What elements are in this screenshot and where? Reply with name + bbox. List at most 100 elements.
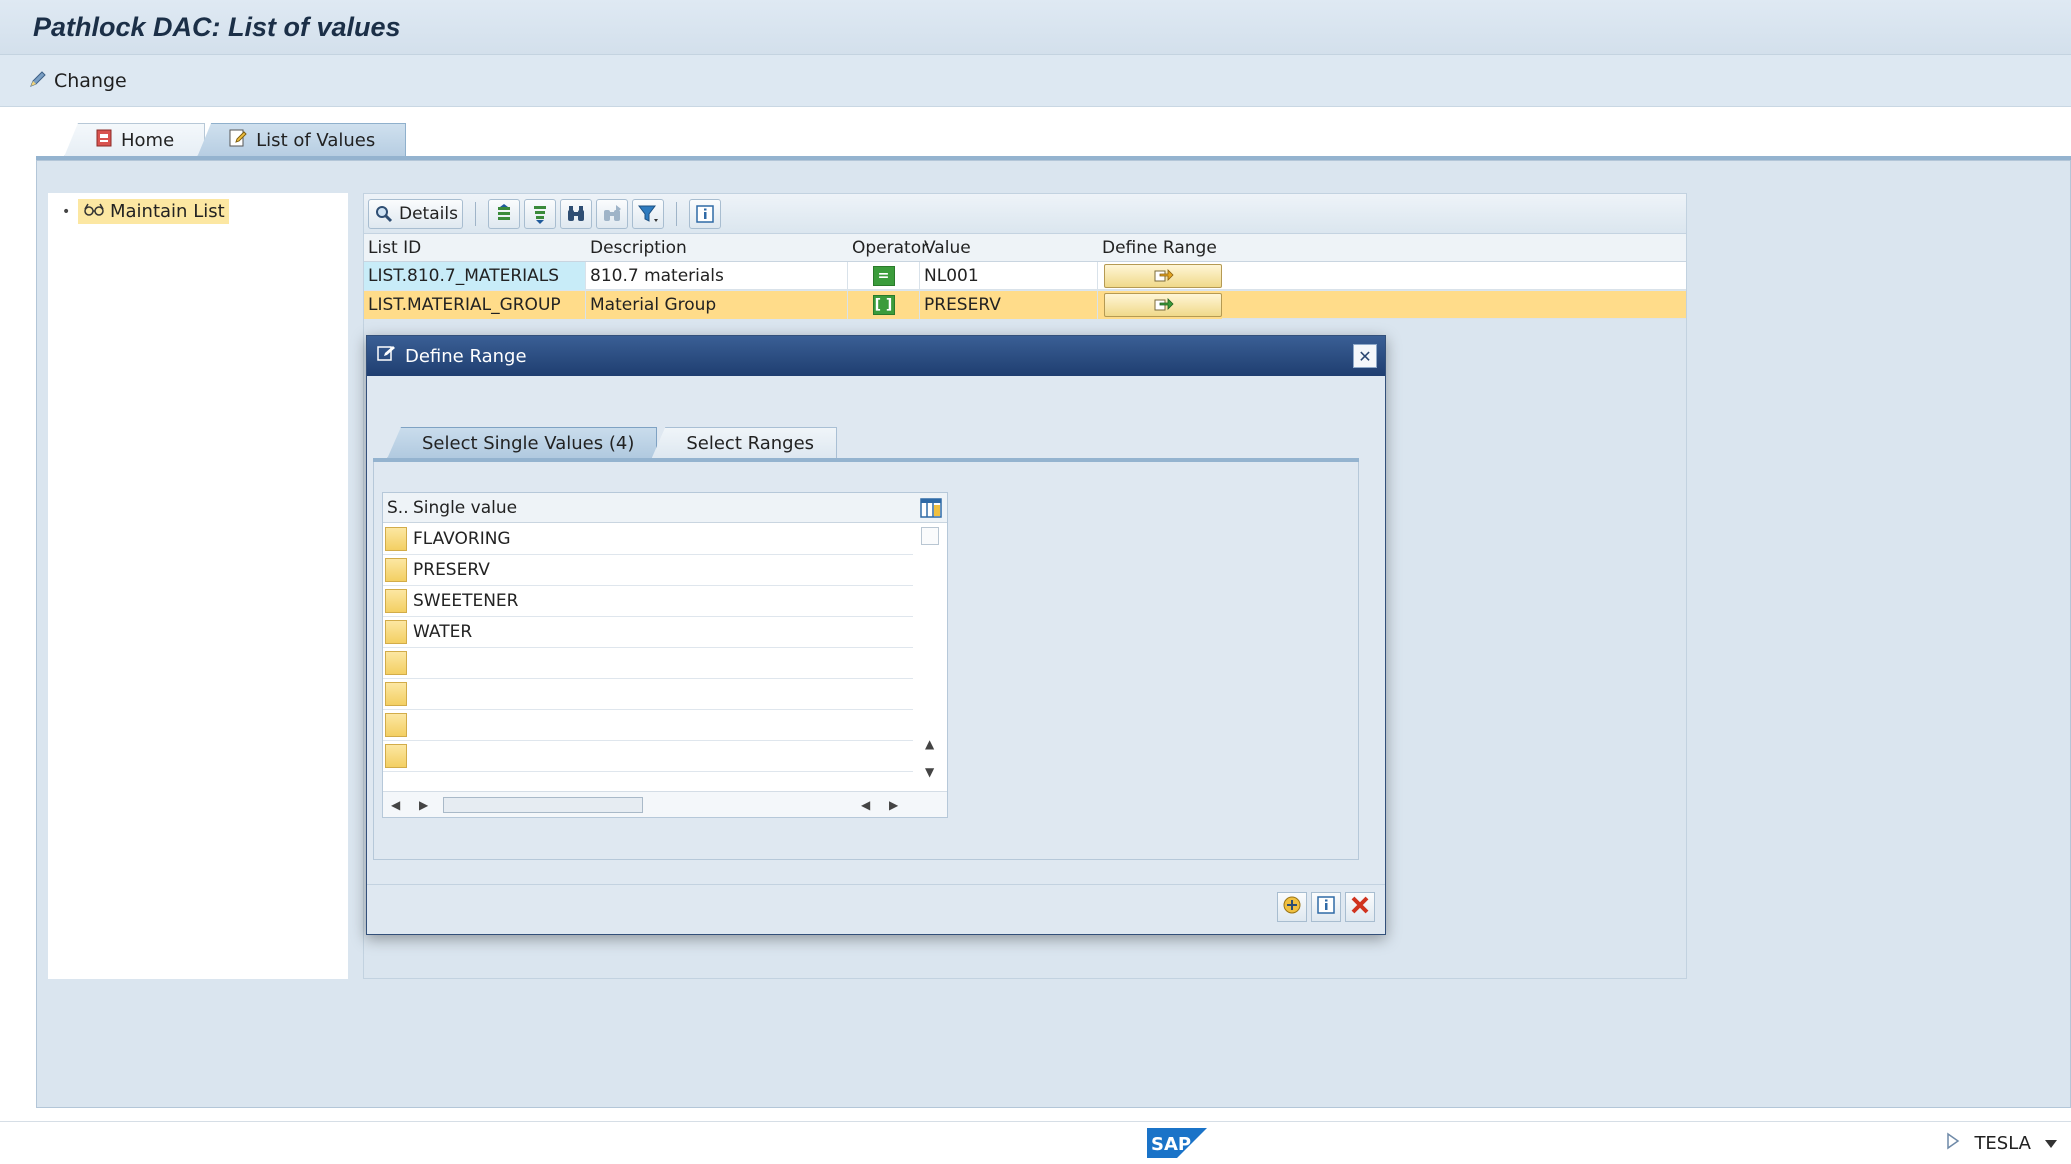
table-row[interactable] bbox=[383, 679, 913, 710]
sap-window: Pathlock DAC: List of values Change Home… bbox=[0, 0, 2071, 1164]
single-value-cell[interactable] bbox=[411, 741, 911, 771]
column-header-description[interactable]: Description bbox=[590, 238, 687, 258]
single-values-tab-panel: S.. Single value FLAVORING PRESERV SWEET… bbox=[373, 462, 1359, 860]
row-selector[interactable] bbox=[385, 651, 407, 675]
horizontal-scrollbar[interactable]: ◀ ▶ ◀ ▶ bbox=[383, 791, 947, 817]
dialog-footer-divider bbox=[367, 884, 1385, 885]
table-row[interactable] bbox=[383, 741, 913, 772]
row-selector[interactable] bbox=[385, 527, 407, 551]
table-row[interactable]: WATER bbox=[383, 617, 913, 648]
tree-item-maintain-list[interactable]: • Maintain List bbox=[62, 199, 229, 224]
tab-select-ranges[interactable]: Select Ranges bbox=[651, 427, 838, 459]
scroll-thumb[interactable] bbox=[443, 797, 643, 813]
scroll-right-icon[interactable]: ▶ bbox=[419, 798, 428, 812]
play-icon[interactable] bbox=[1946, 1132, 1960, 1155]
table-row[interactable]: SWEETENER bbox=[383, 586, 913, 617]
table-row[interactable]: FLAVORING bbox=[383, 524, 913, 555]
column-header-value[interactable]: Value bbox=[924, 238, 971, 258]
application-toolbar: Change bbox=[0, 55, 2071, 107]
column-header-single-value[interactable]: Single value bbox=[413, 498, 517, 518]
title-bar: Pathlock DAC: List of values bbox=[0, 0, 2071, 55]
column-layout-icon[interactable] bbox=[919, 496, 943, 525]
row-selector[interactable] bbox=[385, 744, 407, 768]
info-icon bbox=[694, 203, 716, 225]
toolbar-separator bbox=[474, 201, 476, 226]
cell-operator[interactable]: = bbox=[848, 262, 920, 290]
cell-value[interactable]: PRESERV bbox=[920, 291, 1098, 319]
sort-descending-button[interactable] bbox=[523, 198, 556, 229]
info-icon bbox=[1316, 895, 1336, 920]
find-next-button[interactable] bbox=[595, 198, 628, 229]
vertical-scrollbar[interactable]: ▲ ▼ bbox=[919, 523, 943, 789]
cell-value[interactable]: NL001 bbox=[920, 262, 1098, 290]
home-icon bbox=[95, 128, 113, 153]
single-value-cell[interactable]: WATER bbox=[411, 617, 911, 647]
single-values-table: S.. Single value FLAVORING PRESERV SWEET… bbox=[382, 492, 948, 818]
cancel-button[interactable] bbox=[1345, 892, 1375, 922]
scroll-up-icon[interactable]: ▲ bbox=[925, 737, 934, 751]
info-button[interactable] bbox=[1311, 892, 1341, 922]
row-selector[interactable] bbox=[385, 620, 407, 644]
tab-home[interactable]: Home bbox=[64, 123, 206, 157]
sort-ascending-icon bbox=[493, 203, 515, 225]
row-selector[interactable] bbox=[385, 682, 407, 706]
dialog-title-bar[interactable]: Define Range bbox=[367, 336, 1385, 376]
dialog-edit-icon bbox=[377, 345, 397, 368]
cell-list-id[interactable]: LIST.810.7_MATERIALS bbox=[364, 262, 586, 290]
scroll-right-icon[interactable]: ▶ bbox=[889, 798, 898, 812]
table-row[interactable] bbox=[383, 648, 913, 679]
cell-list-id[interactable]: LIST.MATERIAL_GROUP bbox=[364, 291, 586, 319]
single-value-cell[interactable]: SWEETENER bbox=[411, 586, 911, 616]
information-button[interactable] bbox=[688, 198, 721, 229]
define-range-button[interactable] bbox=[1104, 293, 1222, 317]
tab-select-single-values[interactable]: Select Single Values (4) bbox=[387, 427, 658, 459]
filter-button[interactable] bbox=[631, 198, 664, 229]
row-selector[interactable] bbox=[385, 558, 407, 582]
cell-description[interactable]: 810.7 materials bbox=[586, 262, 848, 290]
single-value-cell[interactable] bbox=[411, 679, 911, 709]
single-value-cell[interactable] bbox=[411, 648, 911, 678]
single-value-cell[interactable]: PRESERV bbox=[411, 555, 911, 585]
column-header-list-id[interactable]: List ID bbox=[368, 238, 421, 258]
single-value-cell[interactable]: FLAVORING bbox=[411, 524, 911, 554]
dialog-title: Define Range bbox=[405, 345, 527, 367]
tab-list-of-values[interactable]: List of Values bbox=[197, 123, 407, 157]
column-header-operator[interactable]: Operator bbox=[852, 238, 928, 258]
scroll-check-box[interactable] bbox=[921, 527, 939, 545]
define-range-button[interactable] bbox=[1104, 264, 1222, 288]
table-row[interactable] bbox=[383, 710, 913, 741]
scroll-left-icon[interactable]: ◀ bbox=[391, 798, 400, 812]
table-row[interactable]: LIST.810.7_MATERIALS 810.7 materials = N… bbox=[364, 262, 1686, 290]
find-button[interactable] bbox=[559, 198, 592, 229]
row-selector[interactable] bbox=[385, 713, 407, 737]
tree-item-label: Maintain List bbox=[110, 201, 225, 222]
sort-descending-icon bbox=[529, 203, 551, 225]
cell-operator[interactable]: [ ] bbox=[848, 291, 920, 319]
row-selector[interactable] bbox=[385, 589, 407, 613]
forward-arrow-icon bbox=[1152, 265, 1174, 288]
cell-description[interactable]: Material Group bbox=[586, 291, 848, 319]
change-button[interactable]: Change bbox=[28, 67, 127, 95]
column-header-define-range[interactable]: Define Range bbox=[1102, 238, 1217, 258]
scroll-down-icon[interactable]: ▼ bbox=[925, 765, 934, 779]
table-row[interactable]: LIST.MATERIAL_GROUP Material Group [ ] P… bbox=[364, 291, 1686, 319]
edit-document-icon bbox=[228, 128, 248, 153]
sort-ascending-button[interactable] bbox=[487, 198, 520, 229]
scroll-left-icon[interactable]: ◀ bbox=[861, 798, 870, 812]
details-button[interactable]: Details bbox=[368, 198, 463, 229]
tab-list-of-values-label: List of Values bbox=[256, 130, 376, 151]
table-row[interactable]: PRESERV bbox=[383, 555, 913, 586]
details-label: Details bbox=[399, 203, 458, 224]
tree-item-label-box[interactable]: Maintain List bbox=[78, 199, 229, 224]
grid-toolbar: Details bbox=[364, 194, 1686, 234]
single-value-cell[interactable] bbox=[411, 710, 911, 740]
svg-text:SAP: SAP bbox=[1151, 1134, 1191, 1155]
tabstrip: Home List of Values bbox=[64, 123, 407, 157]
cell-define-range bbox=[1098, 262, 1222, 290]
magnifier-icon bbox=[373, 203, 395, 225]
close-dialog-button[interactable]: ✕ bbox=[1353, 344, 1377, 368]
chevron-down-icon[interactable] bbox=[2045, 1133, 2057, 1154]
equals-operator-icon: = bbox=[872, 266, 895, 286]
import-button[interactable] bbox=[1277, 892, 1307, 922]
column-header-selector[interactable]: S.. bbox=[387, 498, 409, 518]
